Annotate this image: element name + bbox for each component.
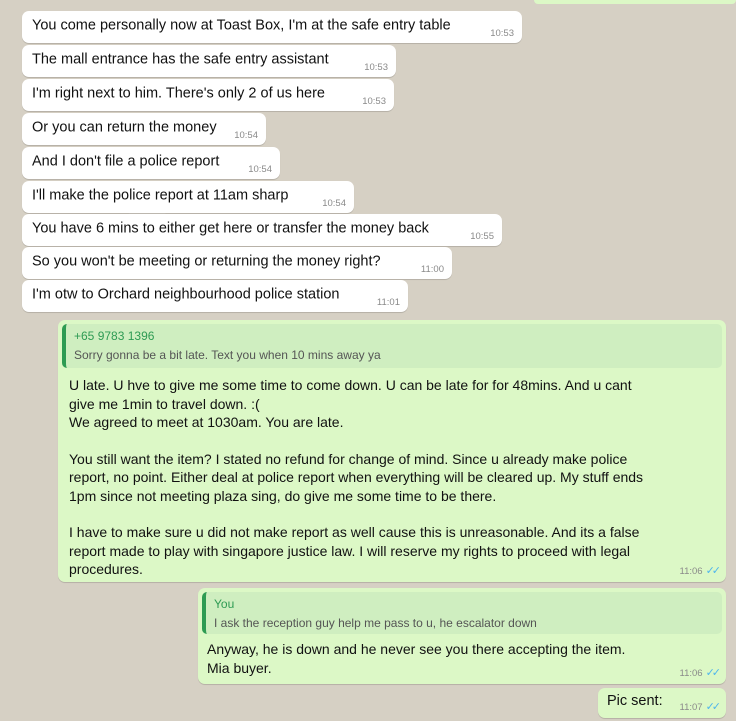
message-line: Mia buyer. [207,659,272,676]
message-text: I'm right next to him. There's only 2 of… [32,85,325,102]
message-text: You have 6 mins to either get here or tr… [32,220,429,237]
message-text: I'll make the police report at 11am shar… [32,187,289,204]
incoming-message[interactable]: So you won't be meeting or returning the… [22,247,452,279]
incoming-message[interactable]: I'm right next to him. There's only 2 of… [22,79,394,111]
message-line: U late. U hve to give me some time to co… [69,377,632,393]
outgoing-reply-message[interactable]: +65 9783 1396 Sorry gonna be a bit late.… [58,320,726,582]
message-time: 11:00 [420,264,444,275]
incoming-message[interactable]: I'll make the police report at 11am shar… [22,181,354,213]
read-ticks-icon: ✓✓ [705,565,722,577]
message-time-group: 11:06 ✓✓ [679,564,722,577]
message-line: report made to play with singapore justi… [69,542,631,559]
message-time: 10:53 [490,28,514,39]
message-time: 11:07 [679,702,703,713]
message-text: You come personally now at Toast Box, I'… [32,17,451,34]
message-line: I have to make sure u did not make repor… [69,524,640,540]
quoted-text: I ask the reception guy help me pass to … [214,616,537,630]
message-time-group: 11:07 ✓✓ [679,700,722,713]
quoted-text: Sorry gonna be a bit late. Text you when… [74,348,381,362]
message-time: 10:54 [234,130,258,141]
message-line: give me 1min to travel down. :( [69,395,260,412]
message-line: procedures. [69,561,143,577]
message-body: Anyway, he is down and he never see you … [207,640,717,677]
read-ticks-icon: ✓✓ [705,701,722,713]
message-text: So you won't be meeting or returning the… [32,253,381,270]
message-line: report, no point. Either deal at police … [69,469,644,485]
message-time: 11:06 [679,566,703,577]
quoted-author: +65 9783 1396 [74,329,155,343]
quoted-author: You [214,597,235,611]
incoming-message[interactable]: Or you can return the money 10:54 [22,113,266,145]
message-text: I'm otw to Orchard neighbourhood police … [32,286,340,303]
message-line: Anyway, he is down and he never see you … [207,641,626,657]
read-ticks-icon: ✓✓ [705,667,722,679]
previous-outgoing-bubble-edge [534,0,736,4]
message-text: Pic sent: [607,693,663,709]
message-line: We agreed to meet at 1030am. You are lat… [69,414,344,430]
incoming-message[interactable]: And I don't file a police report 10:54 [22,147,280,179]
message-text: The mall entrance has the safe entry ass… [32,51,329,68]
message-time: 10:53 [364,62,388,73]
incoming-message[interactable]: The mall entrance has the safe entry ass… [22,45,396,77]
quoted-message[interactable]: You I ask the reception guy help me pass… [202,592,722,634]
message-time: 11:06 [679,668,703,679]
message-time: 11:01 [376,297,400,308]
message-time: 10:54 [248,164,272,175]
message-body: U late. U hve to give me some time to co… [69,376,719,579]
outgoing-message[interactable]: Pic sent: 11:07 ✓✓ [598,688,726,718]
message-line: 1pm since not meeting plaza sing, do giv… [69,487,497,504]
incoming-message[interactable]: I'm otw to Orchard neighbourhood police … [22,280,408,312]
outgoing-reply-message[interactable]: You I ask the reception guy help me pass… [198,588,726,684]
message-line: You still want the item? I stated no ref… [69,450,628,467]
message-time: 10:53 [362,96,386,107]
message-text: And I don't file a police report [32,153,220,170]
message-time: 10:55 [470,231,494,242]
incoming-message[interactable]: You have 6 mins to either get here or tr… [22,214,502,246]
message-time: 10:54 [322,198,346,209]
message-time-group: 11:06 ✓✓ [679,666,722,679]
quoted-message[interactable]: +65 9783 1396 Sorry gonna be a bit late.… [62,324,722,368]
message-text: Or you can return the money [32,119,217,136]
incoming-message[interactable]: You come personally now at Toast Box, I'… [22,11,522,43]
